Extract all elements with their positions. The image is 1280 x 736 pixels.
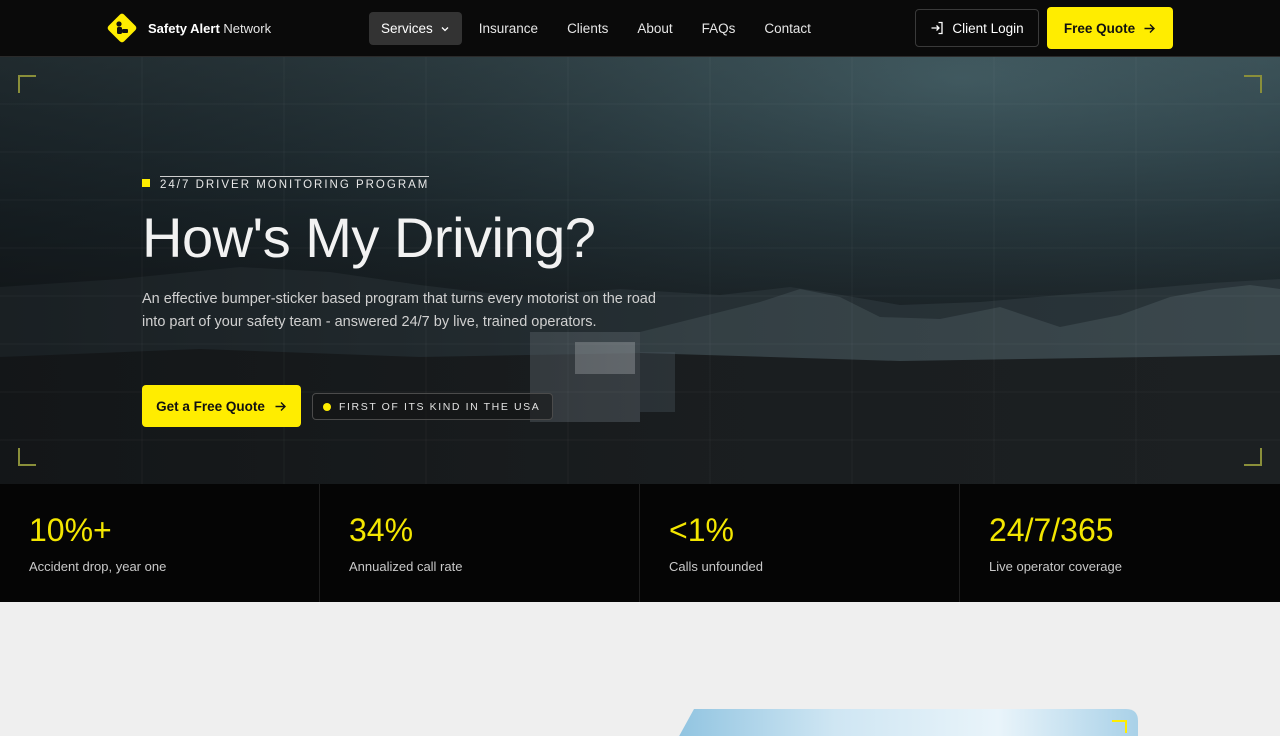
stat-item: 10%+ Accident drop, year one [0,484,320,602]
stat-label: Calls unfounded [669,559,763,574]
login-icon [931,21,943,35]
nav-item-faqs[interactable]: FAQs [690,12,748,45]
stat-item: <1% Calls unfounded [640,484,960,602]
brand-logo-link[interactable]: Safety Alert Network [106,12,271,44]
next-section [0,602,1280,736]
get-free-quote-label: Get a Free Quote [156,398,265,414]
first-of-kind-badge: FIRST OF ITS KIND IN THE USA [312,393,554,420]
hero-section: 24/7 DRIVER MONITORING PROGRAM How's My … [0,57,1280,484]
nav-item-label: Insurance [478,21,539,36]
top-navigation: Safety Alert Network Services Insurance … [0,0,1280,57]
eyebrow-square-icon [142,179,150,187]
nav-item-clients[interactable]: Clients [555,12,620,45]
nav-item-label: Services [381,21,433,36]
nav-item-services[interactable]: Services [369,12,462,45]
stat-value: 24/7/365 [989,512,1114,548]
frame-corner [18,448,36,466]
hero-title: How's My Driving? [142,206,596,269]
get-free-quote-button[interactable]: Get a Free Quote [142,385,301,427]
client-login-label: Client Login [952,20,1024,36]
stat-label: Live operator coverage [989,559,1122,574]
client-login-button[interactable]: Client Login [915,9,1039,47]
arrow-right-icon [1144,23,1156,33]
chevron-down-icon [441,26,449,31]
frame-corner [1244,448,1262,466]
stat-label: Accident drop, year one [29,559,167,574]
stat-label: Annualized call rate [349,559,463,574]
status-dot-icon [323,402,331,411]
nav-item-label: FAQs [701,21,736,36]
stats-bar: 10%+ Accident drop, year one 34% Annuali… [0,484,1280,602]
brand-name: Safety Alert Network [148,20,272,36]
badge-text: FIRST OF ITS KIND IN THE USA [339,400,541,413]
nav-item-contact[interactable]: Contact [752,12,823,45]
main-menu: Services Insurance Clients About FAQs Co… [369,12,828,45]
arrow-right-icon [275,401,286,411]
frame-corner [18,75,36,93]
free-quote-label: Free Quote [1063,20,1136,36]
nav-item-insurance[interactable]: Insurance [467,12,550,45]
stat-item: 24/7/365 Live operator coverage [960,484,1280,602]
stat-value: 10%+ [29,512,112,548]
free-quote-button[interactable]: Free Quote [1047,7,1173,49]
nav-item-label: Clients [567,21,609,36]
nav-item-label: Contact [764,21,811,36]
warning-diamond-icon [106,12,138,44]
stat-value: <1% [669,512,734,548]
nav-item-label: About [637,21,673,36]
stat-value: 34% [349,512,414,548]
eyebrow-text: 24/7 DRIVER MONITORING PROGRAM [160,175,430,191]
section-image [679,709,1138,736]
stat-item: 34% Annualized call rate [320,484,640,602]
hero-description: An effective bumper-sticker based progra… [142,291,656,330]
nav-item-about[interactable]: About [625,12,684,45]
frame-corner [1244,75,1262,93]
hero-eyebrow: 24/7 DRIVER MONITORING PROGRAM [142,174,430,192]
